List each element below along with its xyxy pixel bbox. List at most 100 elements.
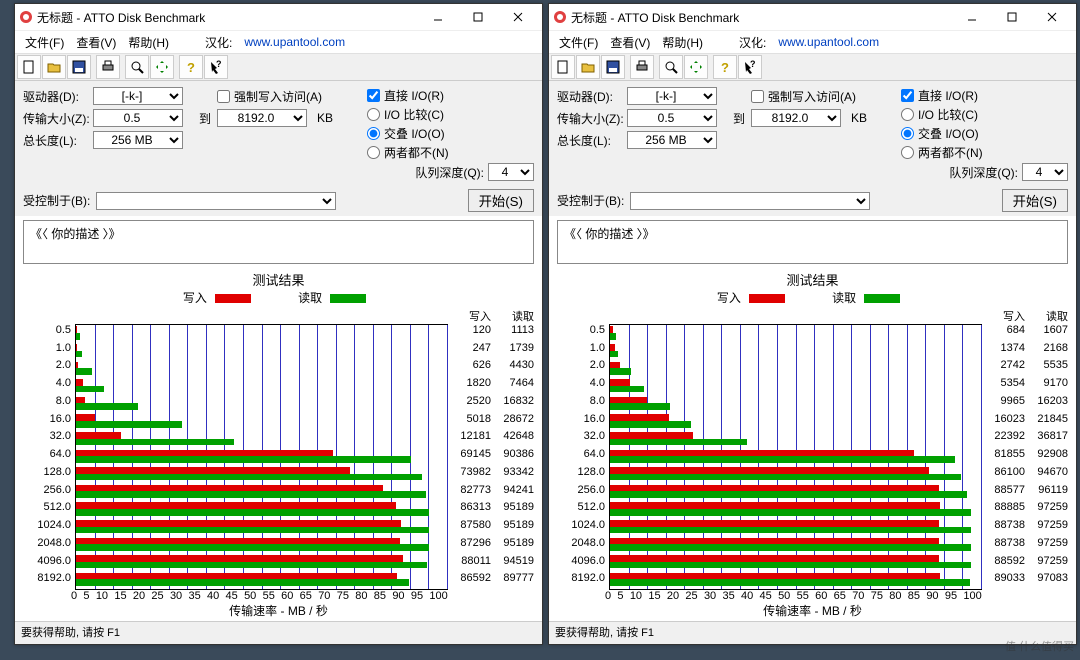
start-button[interactable]: 开始(S) xyxy=(1002,189,1068,212)
description-box[interactable]: 《〈 你的描述 〉》 xyxy=(23,220,534,264)
search-button[interactable] xyxy=(659,55,683,79)
size-from-select[interactable]: 0.5 xyxy=(627,109,717,127)
result-title: 测试结果 xyxy=(557,270,1068,289)
close-button[interactable] xyxy=(1032,6,1072,28)
direct-io-checkbox[interactable]: 直接 I/O(R) xyxy=(901,87,1068,104)
description-box[interactable]: 《〈 你的描述 〉》 xyxy=(557,220,1068,264)
size-to-select[interactable]: 8192.0 xyxy=(751,109,841,127)
file-save-button[interactable] xyxy=(601,55,625,79)
menu-link[interactable]: www.upantool.com xyxy=(772,35,885,49)
io-overlap-radio[interactable]: 交叠 I/O(O) xyxy=(367,125,534,142)
move-button[interactable] xyxy=(684,55,708,79)
io-compare-radio[interactable]: I/O 比较(C) xyxy=(367,106,534,123)
bar-read xyxy=(610,368,631,375)
length-label: 总长度(L): xyxy=(23,132,93,149)
io-neither-radio[interactable]: 两者都不(N) xyxy=(901,144,1068,161)
value-table: 1201113247173962644301820746425201683250… xyxy=(448,324,534,590)
titlebar: 无标题 - ATTO Disk Benchmark xyxy=(549,4,1076,31)
help-button[interactable]: ? xyxy=(713,55,737,79)
file-open-button[interactable] xyxy=(42,55,66,79)
queue-select[interactable]: 4 xyxy=(1022,163,1068,181)
menu-help[interactable]: 帮助(H) xyxy=(122,34,175,51)
queue-label: 队列深度(Q): xyxy=(949,164,1018,181)
length-select[interactable]: 256 MB xyxy=(627,131,717,149)
help-button[interactable]: ? xyxy=(179,55,203,79)
menubar: 文件(F) 查看(V) 帮助(H) 汉化: www.upantool.com xyxy=(549,31,1076,54)
menu-view[interactable]: 查看(V) xyxy=(70,34,122,51)
bar-read xyxy=(76,527,429,534)
start-button[interactable]: 开始(S) xyxy=(468,189,534,212)
legend-read-swatch xyxy=(864,294,900,303)
size-from-select[interactable]: 0.5 xyxy=(93,109,183,127)
menu-file[interactable]: 文件(F) xyxy=(553,34,604,51)
direct-io-checkbox[interactable]: 直接 I/O(R) xyxy=(367,87,534,104)
file-open-button[interactable] xyxy=(576,55,600,79)
menubar: 文件(F) 查看(V) 帮助(H) 汉化: www.upantool.com xyxy=(15,31,542,54)
search-button[interactable] xyxy=(125,55,149,79)
driver-select[interactable]: [-k-] xyxy=(627,87,717,105)
file-new-button[interactable] xyxy=(17,55,41,79)
bar-read xyxy=(610,509,971,516)
queue-label: 队列深度(Q): xyxy=(415,164,484,181)
driver-label: 驱动器(D): xyxy=(557,88,627,105)
size-to-select[interactable]: 8192.0 xyxy=(217,109,307,127)
watermark: 值 什么值得买 xyxy=(1005,638,1074,654)
queue-select[interactable]: 4 xyxy=(488,163,534,181)
force-write-checkbox[interactable]: 强制写入访问(A) xyxy=(217,88,317,105)
bar-read xyxy=(76,579,409,586)
print-button[interactable] xyxy=(96,55,120,79)
maximize-button[interactable] xyxy=(458,6,498,28)
bar-read xyxy=(610,456,955,463)
col-write: 写入 xyxy=(982,308,1025,324)
file-new-button[interactable] xyxy=(551,55,575,79)
to-label: 到 xyxy=(727,110,751,127)
bar-read xyxy=(610,491,967,498)
col-write: 写入 xyxy=(448,308,491,324)
bar-read xyxy=(610,562,971,569)
whats-this-button[interactable]: ? xyxy=(204,55,228,79)
menu-file[interactable]: 文件(F) xyxy=(19,34,70,51)
menu-help[interactable]: 帮助(H) xyxy=(656,34,709,51)
size-label: 传输大小(Z): xyxy=(557,110,627,127)
x-axis-label: 传输速率 - MB / 秒 xyxy=(23,602,534,619)
io-compare-radio[interactable]: I/O 比较(C) xyxy=(901,106,1068,123)
limit-select[interactable] xyxy=(630,192,870,210)
bar-read xyxy=(610,579,970,586)
bar-read xyxy=(610,386,644,393)
bar-read xyxy=(76,351,82,358)
bar-read xyxy=(610,439,747,446)
svg-text:?: ? xyxy=(721,60,729,74)
menu-cn-label: 汉化: xyxy=(733,34,772,51)
result-panel: 测试结果 写入 读取 写入读取 0.51.02.04.08.016.032.06… xyxy=(23,268,534,619)
whats-this-button[interactable]: ? xyxy=(738,55,762,79)
minimize-button[interactable] xyxy=(952,6,992,28)
length-select[interactable]: 256 MB xyxy=(93,131,183,149)
print-button[interactable] xyxy=(630,55,654,79)
y-axis-labels: 0.51.02.04.08.016.032.064.0128.0256.0512… xyxy=(557,324,609,590)
x-axis-ticks: 0510152025303540455055606570758085909510… xyxy=(605,590,982,602)
kb-label: KB xyxy=(851,111,881,125)
close-button[interactable] xyxy=(498,6,538,28)
svg-text:?: ? xyxy=(187,60,195,74)
driver-select[interactable]: [-k-] xyxy=(93,87,183,105)
file-save-button[interactable] xyxy=(67,55,91,79)
limit-select[interactable] xyxy=(96,192,336,210)
app-icon xyxy=(553,10,567,24)
bar-read xyxy=(76,456,411,463)
bar-read xyxy=(610,403,670,410)
io-neither-radio[interactable]: 两者都不(N) xyxy=(367,144,534,161)
menu-link[interactable]: www.upantool.com xyxy=(238,35,351,49)
x-axis-ticks: 0510152025303540455055606570758085909510… xyxy=(71,590,448,602)
app-icon xyxy=(19,10,33,24)
minimize-button[interactable] xyxy=(418,6,458,28)
menu-view[interactable]: 查看(V) xyxy=(604,34,656,51)
svg-text:?: ? xyxy=(216,60,222,69)
bar-read xyxy=(76,544,429,551)
force-write-checkbox[interactable]: 强制写入访问(A) xyxy=(751,88,851,105)
io-overlap-radio[interactable]: 交叠 I/O(O) xyxy=(901,125,1068,142)
limit-row: 受控制于(B): 开始(S) xyxy=(15,185,542,216)
maximize-button[interactable] xyxy=(992,6,1032,28)
legend: 写入 读取 xyxy=(23,289,534,306)
move-button[interactable] xyxy=(150,55,174,79)
app-window: 无标题 - ATTO Disk Benchmark 文件(F) 查看(V) 帮助… xyxy=(548,3,1077,645)
